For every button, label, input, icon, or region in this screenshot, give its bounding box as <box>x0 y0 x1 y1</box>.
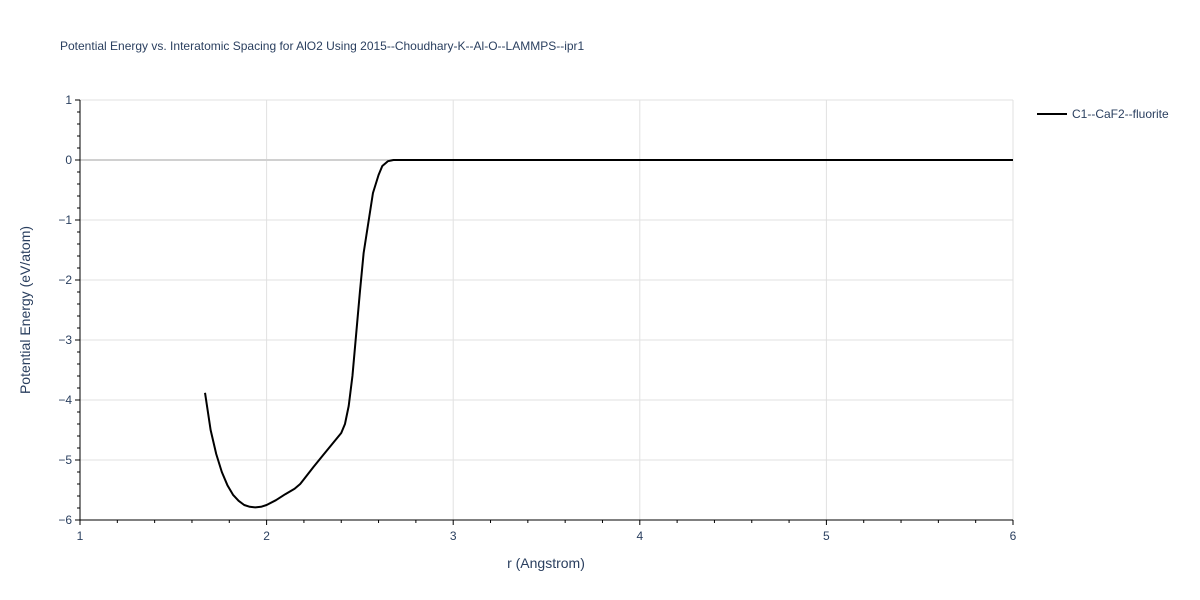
x-tick-label: 1 <box>77 529 84 543</box>
y-tick-label: −6 <box>58 513 72 527</box>
x-tick-label: 2 <box>263 529 270 543</box>
x-tick-label: 5 <box>823 529 830 543</box>
y-tick-label: −4 <box>58 393 72 407</box>
axes <box>75 99 1014 525</box>
legend-label: C1--CaF2--fluorite <box>1072 107 1169 121</box>
y-tick-label: −5 <box>58 453 72 467</box>
legend[interactable]: C1--CaF2--fluorite <box>1037 107 1169 121</box>
series-line <box>204 159 1013 509</box>
x-tick-label: 3 <box>450 529 457 543</box>
y-tick-label: 0 <box>65 153 72 167</box>
y-tick-label: −1 <box>58 213 72 227</box>
y-tick-label: −2 <box>58 273 72 287</box>
y-axis-label: Potential Energy (eV/atom) <box>17 226 33 394</box>
grid-lines <box>80 99 1014 520</box>
y-tick-label: −3 <box>58 333 72 347</box>
series-lines <box>204 159 1013 509</box>
x-tick-labels: 1 2 3 4 5 6 <box>77 529 1017 543</box>
chart-title: Potential Energy vs. Interatomic Spacing… <box>60 39 585 53</box>
y-tick-label: 1 <box>65 93 72 107</box>
x-tick-label: 6 <box>1010 529 1017 543</box>
y-tick-labels: 1 0 −1 −2 −3 −4 −5 −6 <box>58 93 72 527</box>
chart-svg: Potential Energy vs. Interatomic Spacing… <box>17 39 1169 571</box>
x-axis-label: r (Angstrom) <box>507 555 585 571</box>
x-tick-label: 4 <box>636 529 643 543</box>
